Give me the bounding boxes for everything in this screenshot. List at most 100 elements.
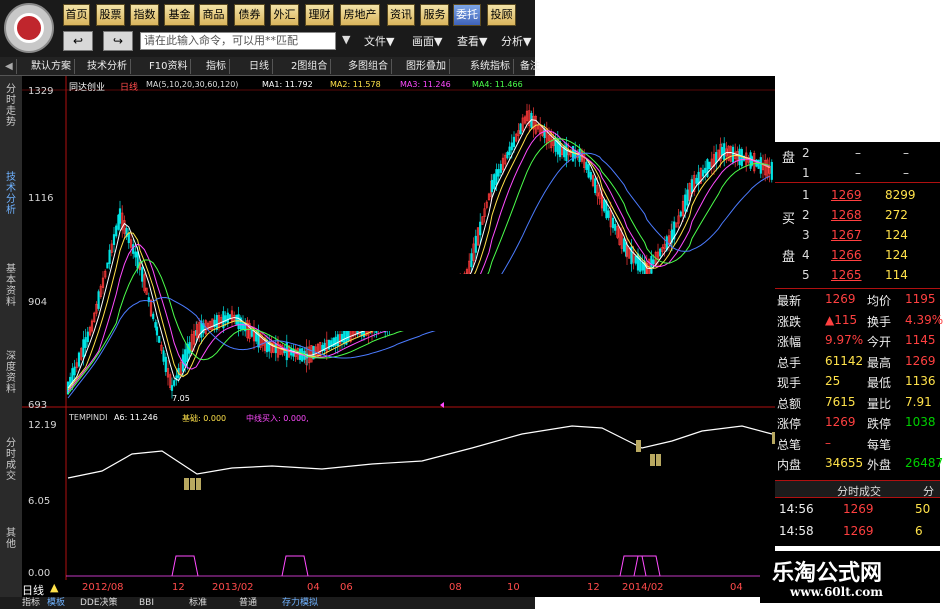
toolbar-item-f10[interactable]: F10资料	[146, 59, 192, 74]
candle-body	[565, 143, 568, 162]
bottom-tab-bbi[interactable]: BBI	[137, 597, 156, 609]
quote-value: 34655	[825, 456, 864, 470]
toolbar-item-multichart[interactable]: 多图组合	[345, 59, 392, 74]
toolbar-item-tech-analysis[interactable]: 技术分析	[84, 59, 131, 74]
sidebar-tab-deep-info[interactable]: 深度资料	[3, 351, 19, 395]
quote-value: 1269	[905, 353, 936, 368]
candle-body	[759, 157, 762, 174]
candle-body	[740, 149, 743, 167]
quote-label: 内盘	[777, 458, 802, 472]
buy-price[interactable]: 1269	[831, 188, 862, 202]
x-axis-label: 06	[340, 582, 353, 593]
buy-price[interactable]: 1266	[831, 248, 862, 262]
x-axis-label: 04	[307, 582, 320, 593]
buy-price[interactable]: 1268	[831, 208, 862, 222]
toolbar-item-default-scheme[interactable]: 默认方案	[28, 59, 75, 74]
menu-item-1[interactable]: 股票	[96, 4, 125, 26]
menu-item-9[interactable]: 资讯	[387, 4, 415, 26]
candle-body	[622, 238, 626, 252]
trades-tab-min[interactable]: 分	[923, 483, 934, 499]
toolbar-item-note[interactable]: 备注	[517, 59, 543, 74]
sidebar-tab-basic-info[interactable]: 基本资料	[3, 264, 19, 308]
candle-body	[250, 329, 253, 337]
candle-body	[636, 253, 640, 271]
menu-item-3[interactable]: 基金	[164, 4, 195, 26]
candle-body	[274, 343, 277, 354]
bottom-tab-bar: 指标 模板 DDE决策 BBI 标准 普通 存力模拟	[0, 597, 535, 609]
candle-body	[585, 161, 588, 170]
quote-value: 7615	[825, 394, 856, 409]
sell-volume: –	[903, 146, 909, 160]
sell-price: –	[855, 146, 861, 160]
quote-value: 4.39%	[905, 312, 944, 327]
toolbar-item-indicator[interactable]: 指标	[203, 59, 230, 74]
buy-volume: 114	[885, 268, 908, 282]
bottom-tab-dde[interactable]: DDE决策	[78, 597, 120, 609]
buy-price[interactable]: 1265	[831, 268, 862, 282]
bottom-tab-normal[interactable]: 普通	[237, 597, 259, 609]
chart-area[interactable]: 同达创业 日线 MA(5,10,20,30,60,120) MA1: 11.79…	[22, 76, 775, 596]
menu-view[interactable]: 画面▼	[412, 33, 442, 49]
price-axis-l1: 1116	[28, 193, 54, 204]
menu-item-2[interactable]: 指数	[130, 4, 159, 26]
menu-item-4[interactable]: 商品	[199, 4, 228, 26]
quote-label: 涨跌	[777, 314, 802, 329]
menu-item-7[interactable]: 理财	[305, 4, 334, 26]
forward-arrow-icon[interactable]: ↪	[103, 31, 133, 51]
quote-label: 最高	[867, 355, 892, 370]
menu-item-0[interactable]: 首页	[63, 4, 90, 26]
command-input[interactable]: 请在此输入命令，可以用**匹配	[140, 32, 336, 50]
candle-body	[508, 146, 511, 155]
sidebar-tab-timeshare[interactable]: 分时走势	[3, 84, 19, 128]
bottom-tab-template[interactable]: 模板	[45, 597, 67, 609]
toolbar-item-system-indicator[interactable]: 系统指标	[467, 59, 514, 74]
candle-body	[141, 267, 144, 282]
menu-file[interactable]: 文件▼	[364, 33, 394, 49]
app-logo-icon	[4, 3, 54, 53]
menu-item-12[interactable]: 投顾	[487, 4, 516, 26]
candle-body	[493, 174, 496, 190]
menu-item-5[interactable]: 债券	[234, 4, 265, 26]
candle-body	[235, 314, 238, 325]
candle-body	[127, 232, 130, 244]
watermark-url: www.60lt.com	[790, 585, 883, 599]
candle-body	[695, 177, 698, 184]
candle-body	[112, 234, 116, 245]
toolbar-item-daily[interactable]: 日线	[246, 59, 273, 74]
signal-pulse	[633, 555, 661, 577]
quote-value: 9.97%	[825, 333, 864, 347]
menu-item-11[interactable]: 委托	[453, 4, 481, 26]
menu-item-8[interactable]: 房地产	[340, 4, 380, 26]
bottom-tab-indicator[interactable]: 指标	[20, 597, 42, 609]
bottom-tab-simulate[interactable]: 存力模拟	[280, 597, 320, 609]
kline-chart[interactable]	[22, 76, 775, 596]
menu-item-10[interactable]: 服务	[420, 4, 449, 26]
indicator-jichu: 基础: 0.000	[182, 414, 227, 423]
quote-label: 总额	[777, 396, 802, 411]
candle-body	[611, 217, 615, 229]
candle-body	[543, 129, 546, 138]
toolbar-item-overlay[interactable]: 图形叠加	[403, 59, 450, 74]
quote-label: 跌停	[867, 417, 892, 431]
quote-value: 1269	[825, 415, 856, 429]
menu-item-6[interactable]: 外汇	[270, 4, 299, 26]
cmd-dropdown-icon[interactable]: ▼	[342, 33, 350, 46]
menu-lookup[interactable]: 查看▼	[457, 33, 487, 49]
toolbar-item-2chart[interactable]: 2图组合	[288, 59, 332, 74]
candle-body	[336, 334, 339, 347]
trade-time: 14:56	[779, 502, 814, 516]
candle-body	[327, 339, 331, 350]
sidebar-tab-other[interactable]: 其他	[3, 528, 19, 550]
indicator-a6: A6: 11.246	[114, 413, 158, 422]
candle-body	[589, 172, 592, 180]
bottom-tab-standard[interactable]: 标准	[187, 597, 209, 609]
trades-title[interactable]: 分时成交	[837, 483, 881, 499]
sidebar-tab-tick-trade[interactable]: 分时成交	[3, 438, 19, 482]
sidebar-tab-tech-analysis[interactable]: 技术分析	[3, 172, 19, 216]
toolbar-left-icon[interactable]: ◀	[2, 59, 17, 74]
quote-value: 61142	[825, 353, 864, 368]
menu-analysis[interactable]: 分析▼	[501, 33, 531, 49]
buy-price[interactable]: 1267	[831, 228, 862, 242]
candle-body	[77, 352, 81, 367]
back-arrow-icon[interactable]: ↩	[63, 31, 93, 51]
